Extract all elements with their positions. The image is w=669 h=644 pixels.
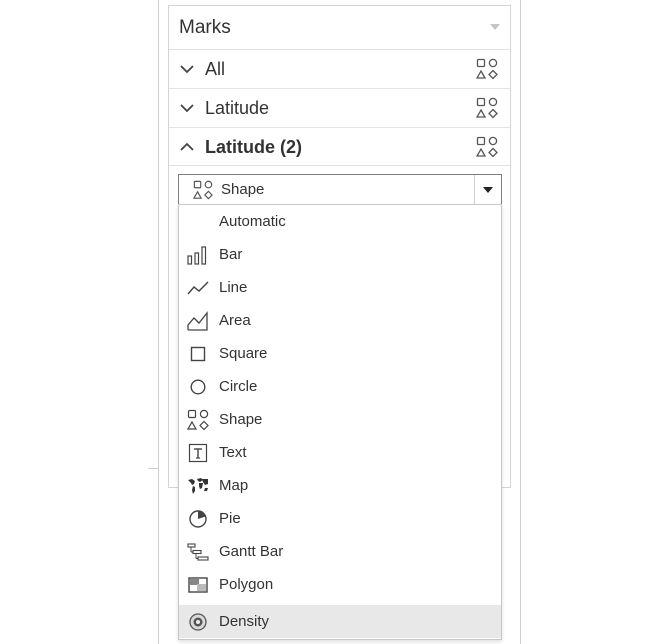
menu-item-label: Line (219, 279, 248, 296)
gantt-bar-icon (187, 543, 209, 561)
divider-left (158, 0, 159, 644)
chevron-down-icon[interactable] (179, 100, 195, 116)
marks-card-latitude-2[interactable]: Latitude (2) (169, 127, 510, 166)
menu-item-label: Text (219, 444, 247, 461)
menu-item-label: Square (219, 345, 268, 362)
marks-card-label: Latitude (205, 97, 270, 118)
map-icon (188, 478, 208, 494)
density-icon (189, 613, 207, 631)
menu-item-label: Shape (219, 411, 263, 428)
menu-item-label: Automatic (219, 213, 286, 230)
shape-icon (476, 58, 498, 80)
menu-item-line[interactable]: Line (179, 271, 501, 304)
dropdown-arrow-button[interactable] (474, 175, 501, 204)
marks-panel-title: Marks (179, 16, 231, 38)
menu-item-polygon[interactable]: Polygon (179, 568, 501, 601)
marks-card-label: All (205, 58, 226, 79)
marks-card-all[interactable]: All (169, 49, 510, 88)
shape-icon (187, 409, 209, 431)
caret-down-icon (483, 186, 493, 193)
menu-item-area[interactable]: Area (179, 304, 501, 337)
polygon-icon (188, 577, 208, 593)
menu-item-label: Polygon (219, 576, 274, 593)
line-icon (187, 281, 209, 295)
menu-item-label: Pie (219, 510, 241, 527)
mark-type-selected: Shape (221, 181, 265, 198)
menu-item-square[interactable]: Square (179, 337, 501, 370)
menu-item-label: Density (219, 613, 270, 630)
shape-icon (193, 180, 213, 199)
panel-menu-caret-icon[interactable] (490, 24, 500, 30)
shape-icon (476, 97, 498, 119)
menu-item-label: Map (219, 477, 249, 494)
pie-icon (189, 510, 207, 528)
circle-icon (190, 379, 206, 395)
menu-item-bar[interactable]: Bar (179, 238, 501, 271)
marks-card-latitude[interactable]: Latitude (169, 88, 510, 127)
menu-item-automatic[interactable]: Automatic (179, 205, 501, 238)
menu-item-circle[interactable]: Circle (179, 370, 501, 403)
chevron-down-icon[interactable] (179, 61, 195, 77)
mark-type-dropdown[interactable]: Shape (178, 174, 502, 205)
chevron-up-icon[interactable] (179, 139, 195, 155)
square-icon (190, 346, 206, 362)
menu-item-label: Gantt Bar (219, 543, 284, 560)
area-icon (187, 311, 208, 331)
shape-icon (476, 136, 498, 158)
marks-card-label: Latitude (2) (205, 136, 302, 157)
menu-item-label: Area (219, 312, 251, 329)
menu-item-text[interactable]: Text (179, 436, 501, 469)
menu-item-pie[interactable]: Pie (179, 502, 501, 535)
divider-right (520, 0, 521, 644)
menu-item-label: Bar (219, 246, 243, 263)
menu-item-gantt-bar[interactable]: Gantt Bar (179, 535, 501, 568)
marks-panel-header: Marks (169, 6, 510, 49)
card-divider (169, 165, 510, 166)
bar-icon (187, 246, 207, 265)
text-icon (188, 443, 208, 463)
menu-item-label: Circle (219, 378, 258, 395)
menu-item-density[interactable]: Density (179, 605, 501, 638)
divider-tick (148, 468, 158, 469)
menu-item-shape[interactable]: Shape (179, 403, 501, 436)
menu-item-map[interactable]: Map (179, 469, 501, 502)
mark-type-menu: Automatic Bar Line Area Square Circle Sh… (178, 204, 502, 640)
